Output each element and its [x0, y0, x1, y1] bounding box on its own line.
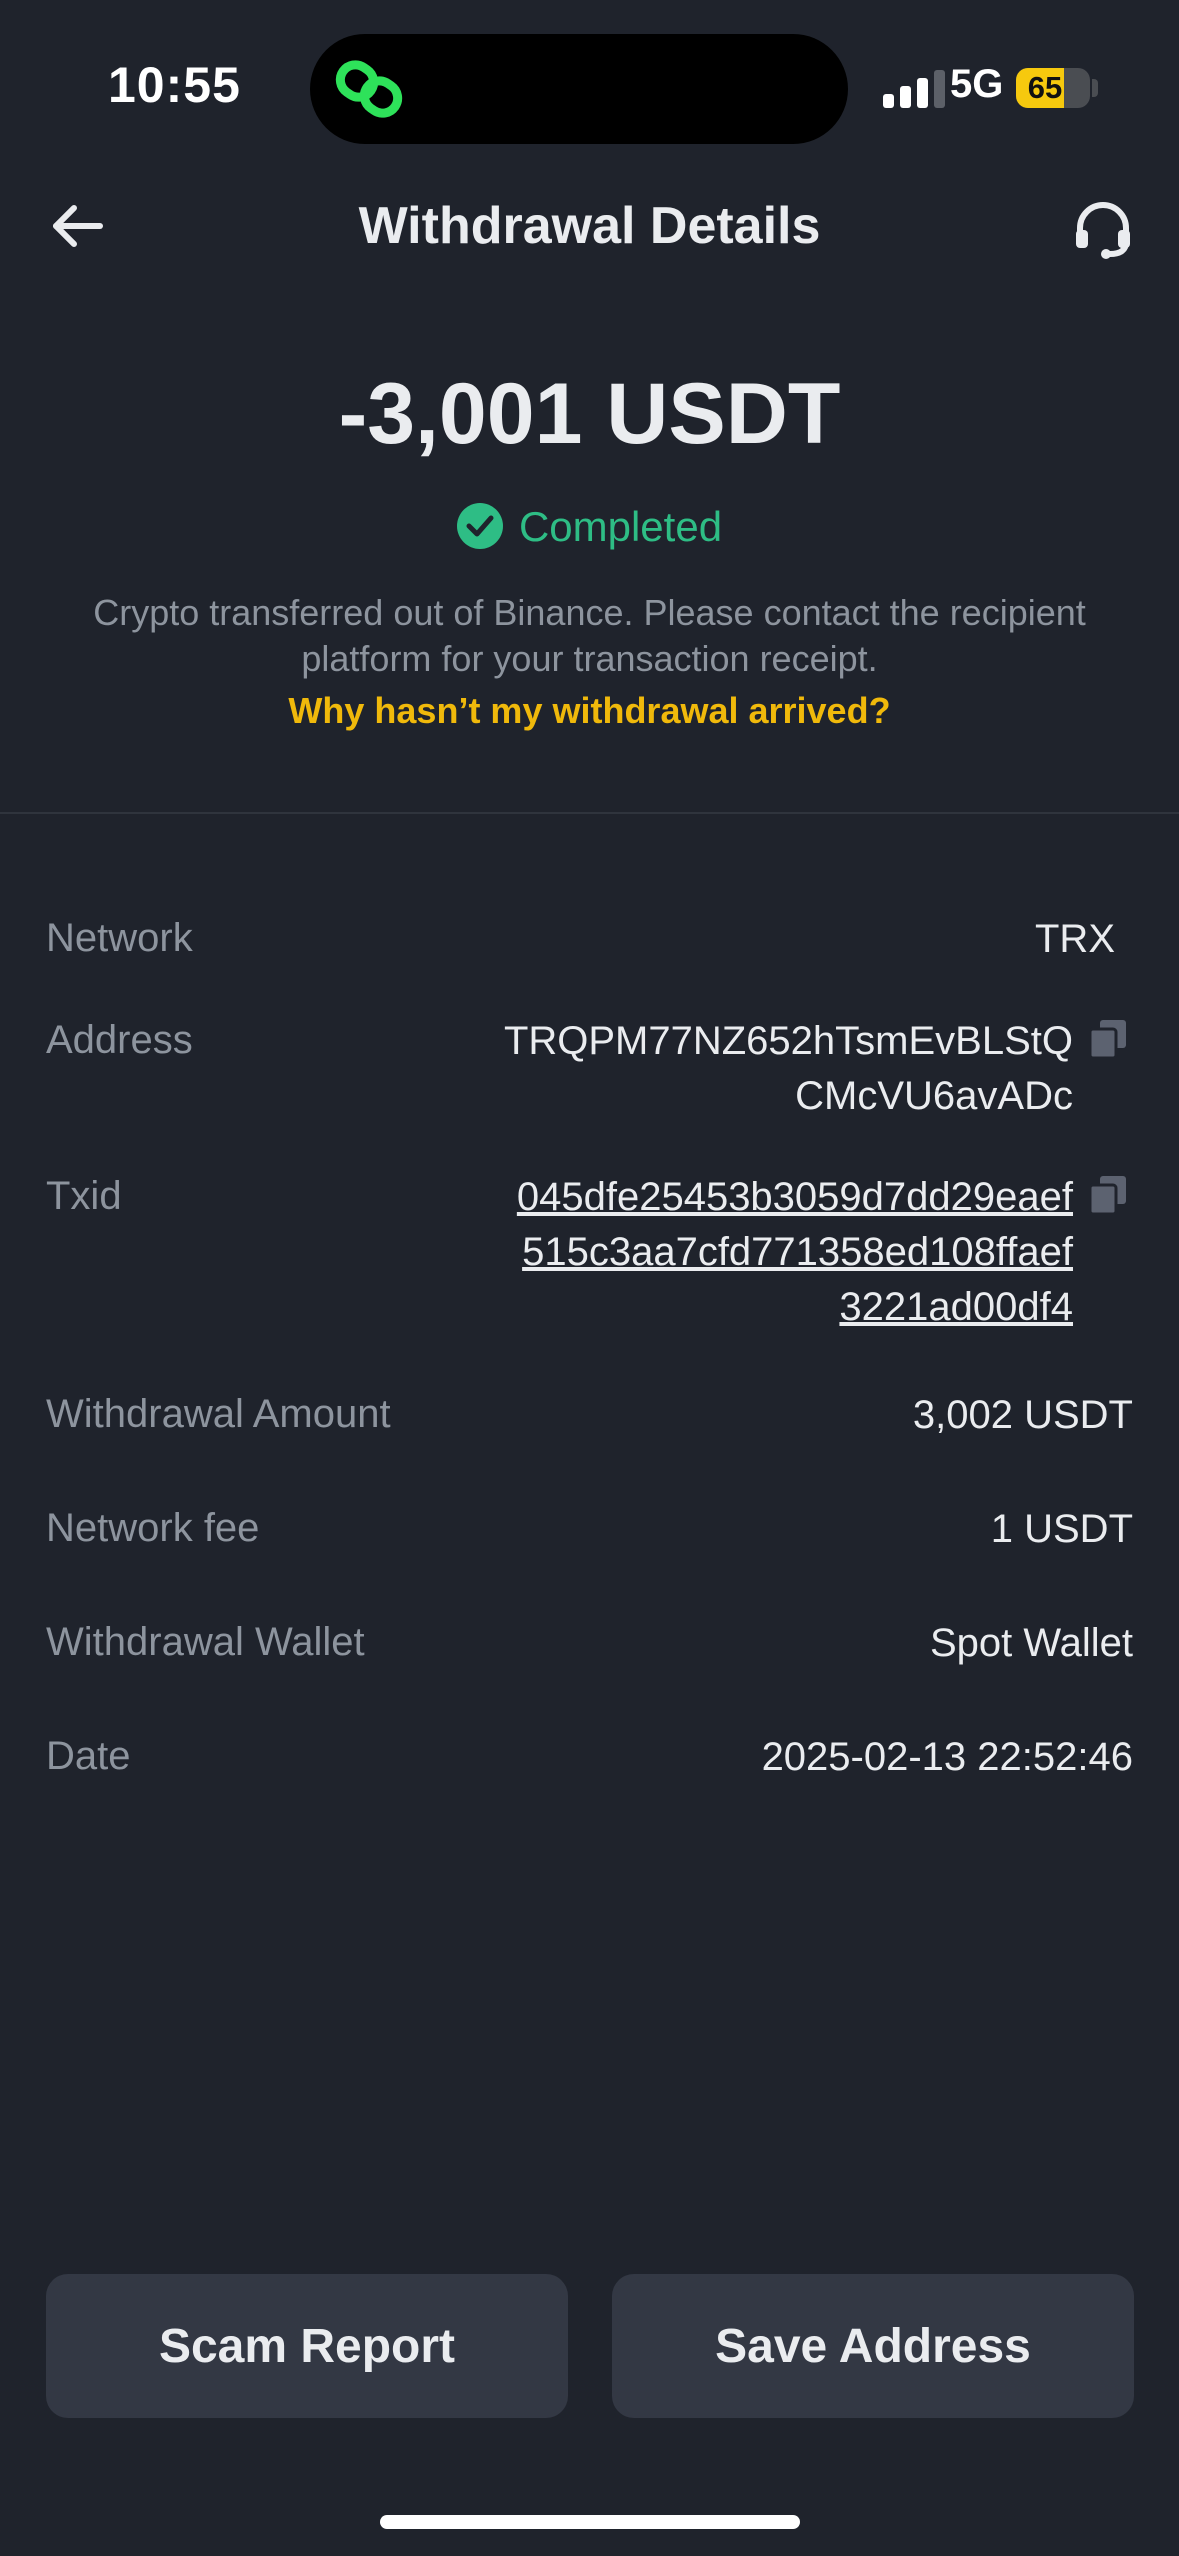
battery-cap — [1092, 79, 1098, 97]
status-text: Completed — [518, 503, 723, 550]
txid-line: 515c3aa7cfd771358ed108ffaef — [522, 1230, 1073, 1274]
withdrawal-amount-value: 3,002 USDT — [912, 1393, 1133, 1437]
copy-address-icon[interactable] — [1090, 1020, 1126, 1058]
address-line: CMcVU6avADc — [795, 1074, 1073, 1118]
txid-line: 3221ad00df4 — [839, 1285, 1073, 1329]
headset-icon[interactable] — [1070, 196, 1136, 262]
withdrawal-wallet-value: Spot Wallet — [929, 1621, 1133, 1665]
date-label: Date — [46, 1734, 131, 1778]
home-indicator[interactable] — [380, 2515, 800, 2529]
address-value: TRQPM77NZ652hTsmEvBLStQ CMcVU6avADc — [504, 1014, 1073, 1124]
link-app-icon — [335, 60, 403, 118]
txid-label: Txid — [46, 1174, 122, 1218]
status-indicator: Completed — [0, 503, 1179, 551]
scam-report-button[interactable]: Scam Report — [46, 2274, 568, 2418]
withdrawal-amount-label: Withdrawal Amount — [46, 1392, 391, 1436]
withdrawal-wallet-label: Withdrawal Wallet — [46, 1620, 365, 1664]
battery-icon: 65 — [1016, 68, 1090, 108]
withdrawal-amount-heading: -3,001 USDT — [338, 366, 841, 462]
battery-percent: 65 — [1027, 70, 1063, 105]
page-title: Withdrawal Details — [358, 197, 821, 255]
check-circle-icon — [456, 503, 503, 549]
address-label: Address — [46, 1018, 193, 1062]
status-time: 10:55 — [108, 57, 241, 113]
network-value: TRX — [1035, 917, 1115, 961]
date-value: 2025-02-13 22:52:46 — [761, 1735, 1133, 1779]
network-label: Network — [46, 916, 193, 960]
address-line: TRQPM77NZ652hTsmEvBLStQ — [503, 1019, 1073, 1063]
txid-link[interactable]: 045dfe25453b3059d7dd29eaef 515c3aa7cfd77… — [517, 1170, 1073, 1335]
txid-line: 045dfe25453b3059d7dd29eaef — [516, 1175, 1073, 1219]
network-fee-value: 1 USDT — [990, 1507, 1133, 1551]
network-fee-label: Network fee — [46, 1506, 260, 1550]
network-type: 5G — [950, 62, 1004, 106]
signal-icon — [883, 70, 945, 108]
divider — [0, 812, 1179, 814]
copy-txid-icon[interactable] — [1090, 1176, 1126, 1214]
receipt-notice: Crypto transferred out of Binance. Pleas… — [93, 592, 1086, 679]
withdrawal-help-link[interactable]: Why hasn’t my withdrawal arrived? — [0, 690, 1179, 732]
save-address-button[interactable]: Save Address — [612, 2274, 1134, 2418]
